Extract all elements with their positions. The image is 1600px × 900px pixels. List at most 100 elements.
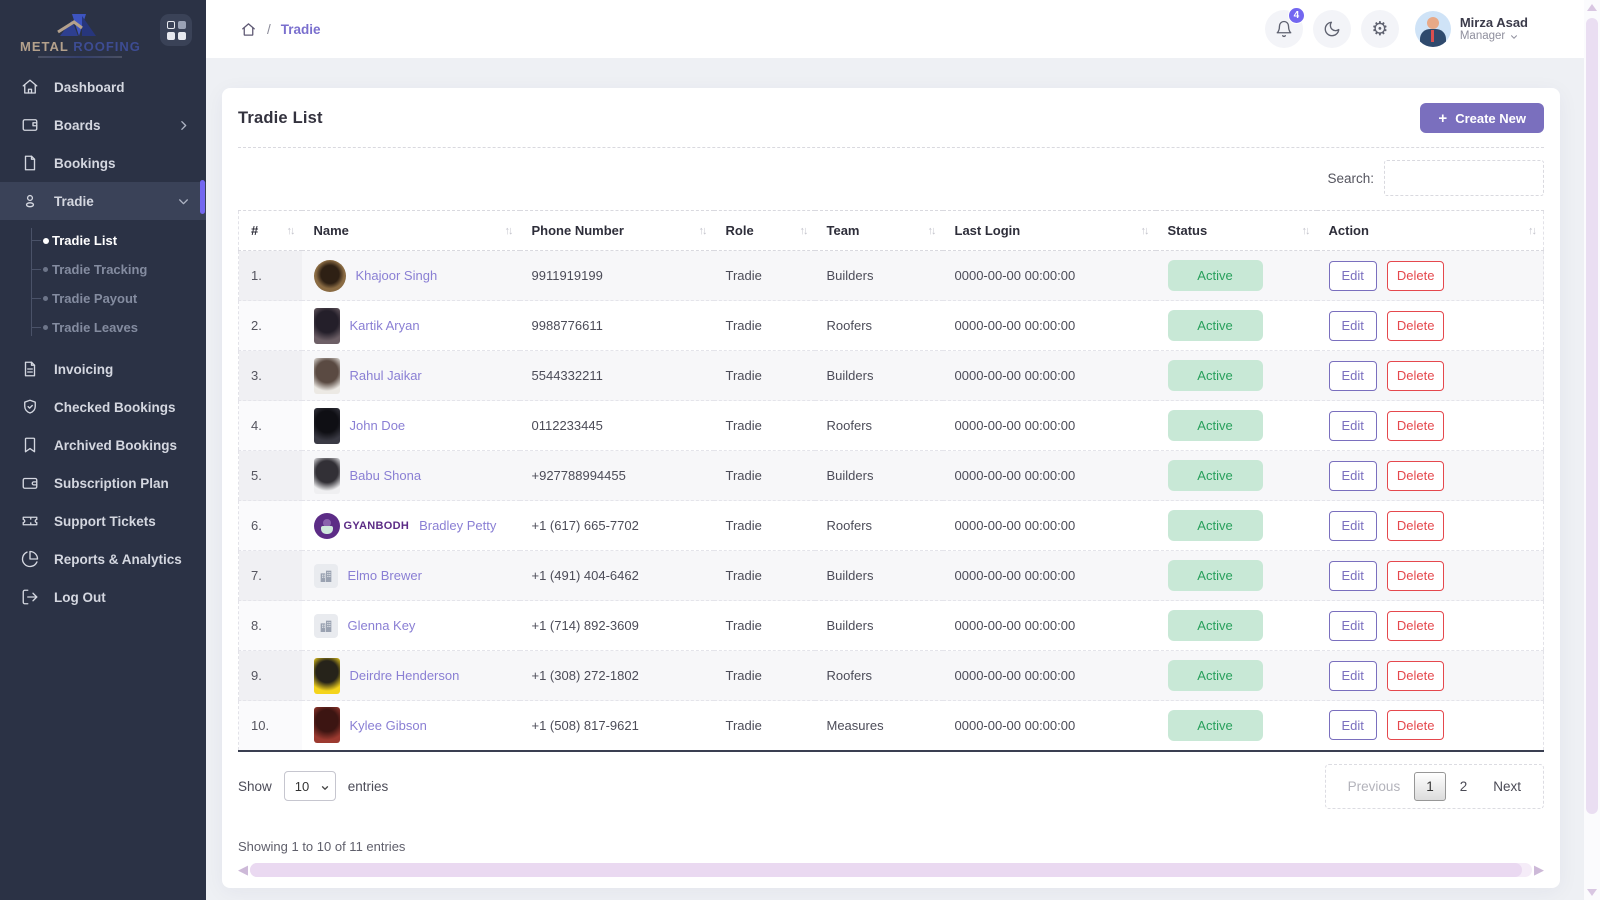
sidebar-subitem-tradie-payout[interactable]: Tradie Payout bbox=[0, 284, 206, 313]
delete-button[interactable]: Delete bbox=[1387, 710, 1445, 740]
breadcrumb-current[interactable]: Tradie bbox=[281, 22, 321, 37]
delete-button[interactable]: Delete bbox=[1387, 461, 1445, 491]
ticket-icon bbox=[20, 511, 40, 531]
sidebar-scrollbar-thumb[interactable] bbox=[200, 180, 205, 214]
search-input[interactable] bbox=[1384, 160, 1544, 196]
dark-mode-button[interactable] bbox=[1313, 10, 1351, 48]
scroll-left-icon[interactable]: ◀ bbox=[238, 862, 248, 878]
edit-button[interactable]: Edit bbox=[1329, 561, 1377, 591]
status-badge: Active bbox=[1168, 310, 1263, 341]
edit-button[interactable]: Edit bbox=[1329, 411, 1377, 441]
sidebar-toggle-grid-icon[interactable] bbox=[160, 14, 192, 46]
delete-button[interactable]: Delete bbox=[1387, 661, 1445, 691]
topbar: / Tradie 4 ⚙ bbox=[206, 0, 1600, 58]
delete-button[interactable]: Delete bbox=[1387, 411, 1445, 441]
horizontal-scrollbar: ◀ ▶ bbox=[238, 862, 1544, 878]
column-header--[interactable]: #↑↓ bbox=[239, 211, 302, 251]
pagination-page-2[interactable]: 2 bbox=[1448, 773, 1480, 800]
column-header-last-login[interactable]: Last Login↑↓ bbox=[943, 211, 1156, 251]
sidebar-item-invoicing[interactable]: Invoicing bbox=[0, 350, 206, 388]
breadcrumb-home-icon[interactable] bbox=[240, 21, 257, 38]
tradie-name-link[interactable]: Deirdre Henderson bbox=[350, 668, 460, 683]
horizontal-scrollbar-thumb[interactable] bbox=[250, 863, 1522, 877]
brand-logo[interactable]: METAL ROOFING bbox=[20, 10, 141, 58]
cell-index: 9. bbox=[239, 651, 302, 701]
pagination-page-1[interactable]: 1 bbox=[1414, 772, 1446, 801]
column-header-name[interactable]: Name↑↓ bbox=[302, 211, 520, 251]
tradie-name-link[interactable]: Elmo Brewer bbox=[348, 568, 422, 583]
column-header-team[interactable]: Team↑↓ bbox=[815, 211, 943, 251]
table-row: 7.Elmo Brewer+1 (491) 404-6462TradieBuil… bbox=[239, 551, 1544, 601]
delete-button[interactable]: Delete bbox=[1387, 261, 1445, 291]
cell-action: Edit Delete bbox=[1317, 401, 1544, 451]
status-badge: Active bbox=[1168, 410, 1263, 441]
sidebar-subitem-tradie-leaves[interactable]: Tradie Leaves bbox=[0, 313, 206, 342]
sidebar-item-bookings[interactable]: Bookings bbox=[0, 144, 206, 182]
sort-icon: ↑↓ bbox=[928, 225, 937, 237]
sidebar-item-checked-bookings[interactable]: Checked Bookings bbox=[0, 388, 206, 426]
sidebar-item-tradie[interactable]: Tradie bbox=[0, 182, 206, 220]
pagination-previous[interactable]: Previous bbox=[1336, 773, 1413, 800]
edit-button[interactable]: Edit bbox=[1329, 461, 1377, 491]
edit-button[interactable]: Edit bbox=[1329, 710, 1377, 740]
chevron-down-icon bbox=[177, 195, 190, 208]
scroll-up-icon[interactable] bbox=[1587, 4, 1597, 11]
sidebar-item-boards[interactable]: Boards bbox=[0, 106, 206, 144]
delete-button[interactable]: Delete bbox=[1387, 361, 1445, 391]
edit-button[interactable]: Edit bbox=[1329, 661, 1377, 691]
breadcrumb: / Tradie bbox=[240, 21, 321, 38]
scroll-right-icon[interactable]: ▶ bbox=[1534, 862, 1544, 878]
sidebar-item-subscription-plan[interactable]: Subscription Plan bbox=[0, 464, 206, 502]
tradie-name-link[interactable]: Khajoor Singh bbox=[356, 268, 438, 283]
sidebar-item-support-tickets[interactable]: Support Tickets bbox=[0, 502, 206, 540]
edit-button[interactable]: Edit bbox=[1329, 511, 1377, 541]
settings-button[interactable]: ⚙ bbox=[1361, 10, 1399, 48]
page-size-select[interactable]: 10 bbox=[284, 771, 336, 801]
breadcrumb-separator: / bbox=[267, 22, 271, 37]
tradie-name-link[interactable]: Rahul Jaikar bbox=[350, 368, 422, 383]
chevron-down-icon bbox=[1509, 32, 1519, 42]
user-menu[interactable]: Mirza Asad Manager bbox=[1415, 11, 1528, 47]
column-header-action[interactable]: Action↑↓ bbox=[1317, 211, 1544, 251]
sidebar-subitem-tradie-list[interactable]: Tradie List bbox=[0, 226, 206, 255]
table-row: 1.Khajoor Singh9911919199TradieBuilders0… bbox=[239, 251, 1544, 301]
tradie-name-link[interactable]: John Doe bbox=[350, 418, 406, 433]
pagination-next[interactable]: Next bbox=[1481, 773, 1533, 800]
column-header-role[interactable]: Role↑↓ bbox=[714, 211, 815, 251]
tradie-name-link[interactable]: Bradley Petty bbox=[419, 518, 496, 533]
notifications-button[interactable]: 4 bbox=[1265, 10, 1303, 48]
delete-button[interactable]: Delete bbox=[1387, 611, 1445, 641]
vertical-scrollbar-thumb[interactable] bbox=[1586, 18, 1598, 814]
edit-button[interactable]: Edit bbox=[1329, 361, 1377, 391]
sidebar-item-log-out[interactable]: Log Out bbox=[0, 578, 206, 616]
sidebar-item-archived-bookings[interactable]: Archived Bookings bbox=[0, 426, 206, 464]
tradie-name-link[interactable]: Glenna Key bbox=[348, 618, 416, 633]
column-header-phone-number[interactable]: Phone Number↑↓ bbox=[520, 211, 714, 251]
status-badge: Active bbox=[1168, 560, 1263, 591]
cell-role: Tradie bbox=[714, 551, 815, 601]
delete-button[interactable]: Delete bbox=[1387, 311, 1445, 341]
table-header-row: #↑↓Name↑↓Phone Number↑↓Role↑↓Team↑↓Last … bbox=[239, 211, 1544, 251]
vertical-scrollbar[interactable] bbox=[1584, 0, 1600, 900]
tradie-name-link[interactable]: Babu Shona bbox=[350, 468, 422, 483]
cell-last-login: 0000-00-00 00:00:00 bbox=[943, 651, 1156, 701]
tradie-name-link[interactable]: Kartik Aryan bbox=[350, 318, 420, 333]
edit-button[interactable]: Edit bbox=[1329, 261, 1377, 291]
edit-button[interactable]: Edit bbox=[1329, 611, 1377, 641]
edit-button[interactable]: Edit bbox=[1329, 311, 1377, 341]
create-new-button[interactable]: + Create New bbox=[1420, 103, 1544, 133]
tradie-name-link[interactable]: Kylee Gibson bbox=[350, 718, 427, 733]
delete-button[interactable]: Delete bbox=[1387, 561, 1445, 591]
cell-team: Measures bbox=[815, 701, 943, 751]
delete-button[interactable]: Delete bbox=[1387, 511, 1445, 541]
cell-role: Tradie bbox=[714, 401, 815, 451]
scroll-down-icon[interactable] bbox=[1587, 889, 1597, 896]
sidebar-item-dashboard[interactable]: Dashboard bbox=[0, 68, 206, 106]
cell-phone: +1 (714) 892-3609 bbox=[520, 601, 714, 651]
horizontal-scrollbar-track[interactable] bbox=[250, 863, 1532, 877]
cell-action: Edit Delete bbox=[1317, 651, 1544, 701]
sidebar-item-reports-analytics[interactable]: Reports & Analytics bbox=[0, 540, 206, 578]
bell-icon bbox=[1275, 20, 1293, 38]
sidebar-subitem-tradie-tracking[interactable]: Tradie Tracking bbox=[0, 255, 206, 284]
column-header-status[interactable]: Status↑↓ bbox=[1156, 211, 1317, 251]
